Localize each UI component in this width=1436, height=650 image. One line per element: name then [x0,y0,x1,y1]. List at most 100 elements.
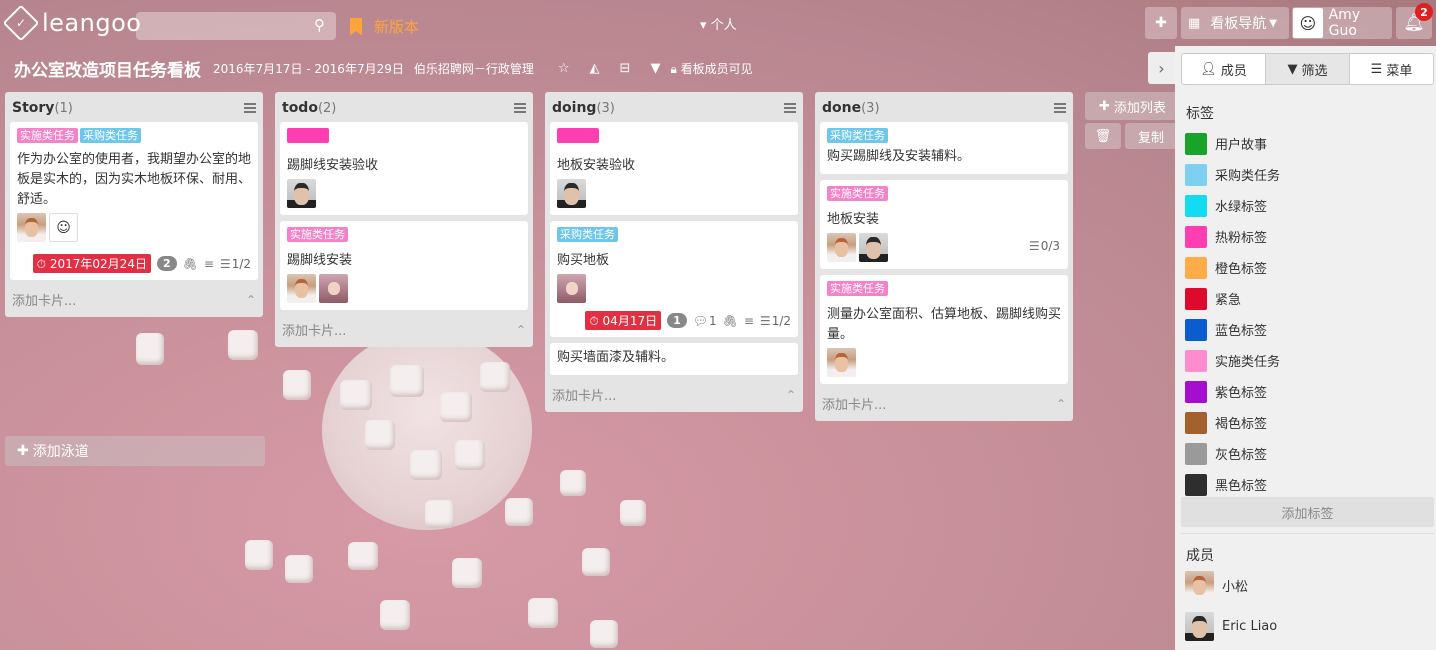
copy-button[interactable]: 复制 [1125,123,1177,149]
member-item[interactable]: Eric Liao [1185,612,1277,641]
tab-members[interactable]: 👤︎ 成员 [1182,54,1266,84]
card[interactable]: 购买墙面漆及辅料。 [550,343,798,375]
members-section-title: 成员 [1186,548,1214,564]
plus-icon: ✚ [1099,98,1110,114]
label-filter-item[interactable]: 蓝色标签 [1185,314,1280,345]
chart-icon[interactable]: ◭ [590,61,600,76]
caret-down-icon: ▼ [1269,17,1277,29]
lock-icon: 🔒︎ [670,62,677,76]
marshmallow [228,330,258,360]
add-label-button[interactable]: 添加标签 [1181,497,1434,527]
card-meta: ⏱ 2017年02月24日 2 🖇︎ ≡ ☰ 1/2 [17,254,251,273]
label-filter-item[interactable]: 采购类任务 [1185,159,1280,190]
card-label: 采购类任务 [80,128,141,143]
list-header: doing(3) [550,98,798,122]
collapse-lanes-icon[interactable]: ⊟ [620,61,631,76]
card[interactable]: 采购类任务 购买地板 ⏱ 04月17日 1 💬︎ 1 🖇︎ ≡ ☰ 1/2 [550,221,798,337]
label-swatch [1185,225,1207,248]
list-menu-icon[interactable] [514,103,526,113]
label-filter-item[interactable]: 实施类任务 [1185,345,1280,376]
marshmallow [455,440,485,470]
marshmallow [528,598,558,628]
add-card-button[interactable]: 添加卡片... ⌃ [550,381,798,408]
reply-count: 1 [708,313,717,328]
personal-dropdown[interactable]: ▾ 个人 [700,14,737,33]
list-menu-icon[interactable] [244,103,256,113]
panel-collapse-button[interactable]: › [1148,52,1175,84]
comment-count-badge: 1 [667,313,687,328]
label-filter-item[interactable]: 紫色标签 [1185,376,1280,407]
new-version-link[interactable]: 新版本 [350,16,419,37]
tab-filter[interactable]: ▼ 筛选 [1266,54,1350,84]
card[interactable]: 采购类任务 购买踢脚线及安装辅料。 [820,122,1068,174]
checklist-count: 0/3 [1040,239,1060,253]
card[interactable]: 踢脚线安装验收 [280,122,528,215]
card[interactable]: 地板安装验收 [550,122,798,215]
label-name: 褐色标签 [1215,417,1268,432]
board-org[interactable]: 伯乐招聘网－行政管理 [414,60,534,77]
marshmallow [452,558,482,588]
list-name[interactable]: doing [552,100,596,116]
visibility[interactable]: 🔒︎ 看板成员可见 [670,60,752,77]
board-title[interactable]: 办公室改造项目任务看板 [14,56,201,81]
list-menu-icon[interactable] [1054,103,1066,113]
user-icon: 👤︎ [1200,61,1217,77]
trash-icon: 🗑︎ [1094,128,1112,144]
label-filter-item[interactable]: 褐色标签 [1185,407,1280,438]
filter-icon[interactable]: ▼ [650,61,660,76]
add-card-button[interactable]: 添加卡片... ⌃ [280,316,528,343]
label-filter-item[interactable]: 橙色标签 [1185,252,1280,283]
checklist-icon: ☰ [219,256,231,271]
search-input[interactable] [136,12,336,40]
add-card-button[interactable]: 添加卡片... ⌃ [820,390,1068,417]
marshmallow [560,470,586,496]
list-name[interactable]: done [822,100,861,116]
collapse-icon[interactable]: ⌃ [246,293,256,307]
add-card-button[interactable]: 添加卡片... ⌃ [10,286,258,313]
label-filter-item[interactable]: 紧急 [1185,283,1280,314]
card-label-color [557,128,599,143]
add-card-label: 添加卡片... [552,389,617,404]
add-list-button[interactable]: ✚ 添加列表 [1085,92,1177,120]
label-filter-item[interactable]: 灰色标签 [1185,438,1280,469]
add-lane-button[interactable]: ✚ 添加泳道 [5,436,265,466]
marshmallow [285,555,313,583]
label-swatch [1185,349,1207,372]
label-filter-item[interactable]: 黑色标签 [1185,469,1280,500]
card-label-color [287,128,329,143]
label-swatch [1185,442,1207,465]
collapse-icon[interactable]: ⌃ [786,388,796,402]
add-card-label: 添加卡片... [282,324,347,339]
add-button[interactable]: ✚ [1145,7,1177,39]
member-item[interactable]: 小松 [1185,571,1248,600]
collapse-icon[interactable]: ⌃ [1056,397,1066,411]
list-name[interactable]: Story [12,100,54,116]
label-filter-item[interactable]: 水绿标签 [1185,190,1280,221]
member-avatar: ☺ [49,213,78,242]
card-title: 作为办公室的使用者，我期望办公室的地板是实木的，因为实木地板环保、耐用、舒适。 [17,152,252,207]
checklist-count: 1/2 [771,313,791,328]
attachment-icon: 🖇︎ [722,313,738,328]
label-filter-item[interactable]: 热粉标签 [1185,221,1280,252]
list-menu-icon[interactable] [784,103,796,113]
label-swatch [1185,473,1207,496]
list-header: Story(1) [10,98,258,122]
board-nav-button[interactable]: ▦ 看板导航 ▼ [1181,7,1289,39]
logo[interactable]: ✓ leangoo [2,4,141,42]
card[interactable]: 实施类任务 测量办公室面积、估算地板、踢脚线购买量。 [820,275,1068,384]
card[interactable]: 实施类任务 采购类任务 作为办公室的使用者，我期望办公室的地板是实木的，因为实木地… [10,122,258,280]
list-name[interactable]: todo [282,100,318,116]
member-avatar [827,233,856,262]
bookmark-icon [350,17,362,36]
label-filter-item[interactable]: 用户故事 [1185,128,1280,159]
collapse-icon[interactable]: ⌃ [516,323,526,337]
user-menu[interactable]: ☺ Amy Guo [1292,7,1392,39]
delete-button[interactable]: 🗑︎ [1085,123,1121,149]
search-icon[interactable]: ⚲ [314,16,325,34]
star-icon[interactable]: ☆ [558,61,570,76]
due-date-badge: ⏱ 2017年02月24日 [32,254,151,273]
tab-menu[interactable]: ☰ 菜单 [1350,54,1433,84]
marshmallow [620,500,646,526]
card[interactable]: 实施类任务 踢脚线安装 [280,221,528,310]
card[interactable]: 实施类任务 地板安装 ☰ 0/3 [820,180,1068,269]
